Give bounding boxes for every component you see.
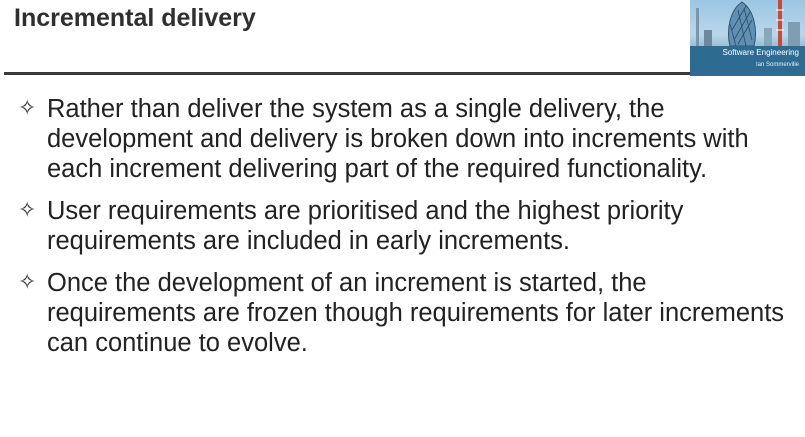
star-bullet-icon: ✧ [18,270,37,295]
book-cover-image: Software Engineering Ian Sommerville [690,0,805,76]
slide-title: Incremental delivery [14,4,256,32]
cover-title: Software Engineering [722,48,800,57]
bullet-item: ✧ User requirements are prioritised and … [18,196,788,256]
star-bullet-icon: ✧ [18,96,37,121]
bullet-item: ✧ Rather than deliver the system as a si… [18,94,788,184]
bullet-item: ✧ Once the development of an increment i… [18,268,788,358]
star-bullet-icon: ✧ [18,198,37,223]
bullet-list: ✧ Rather than deliver the system as a si… [18,94,788,370]
bullet-text: Once the development of an increment is … [47,269,785,357]
bullet-text: User requirements are prioritised and th… [47,197,684,255]
cover-author: Ian Sommerville [755,62,799,68]
title-divider [4,72,690,75]
bullet-text: Rather than deliver the system as a sing… [47,95,749,183]
